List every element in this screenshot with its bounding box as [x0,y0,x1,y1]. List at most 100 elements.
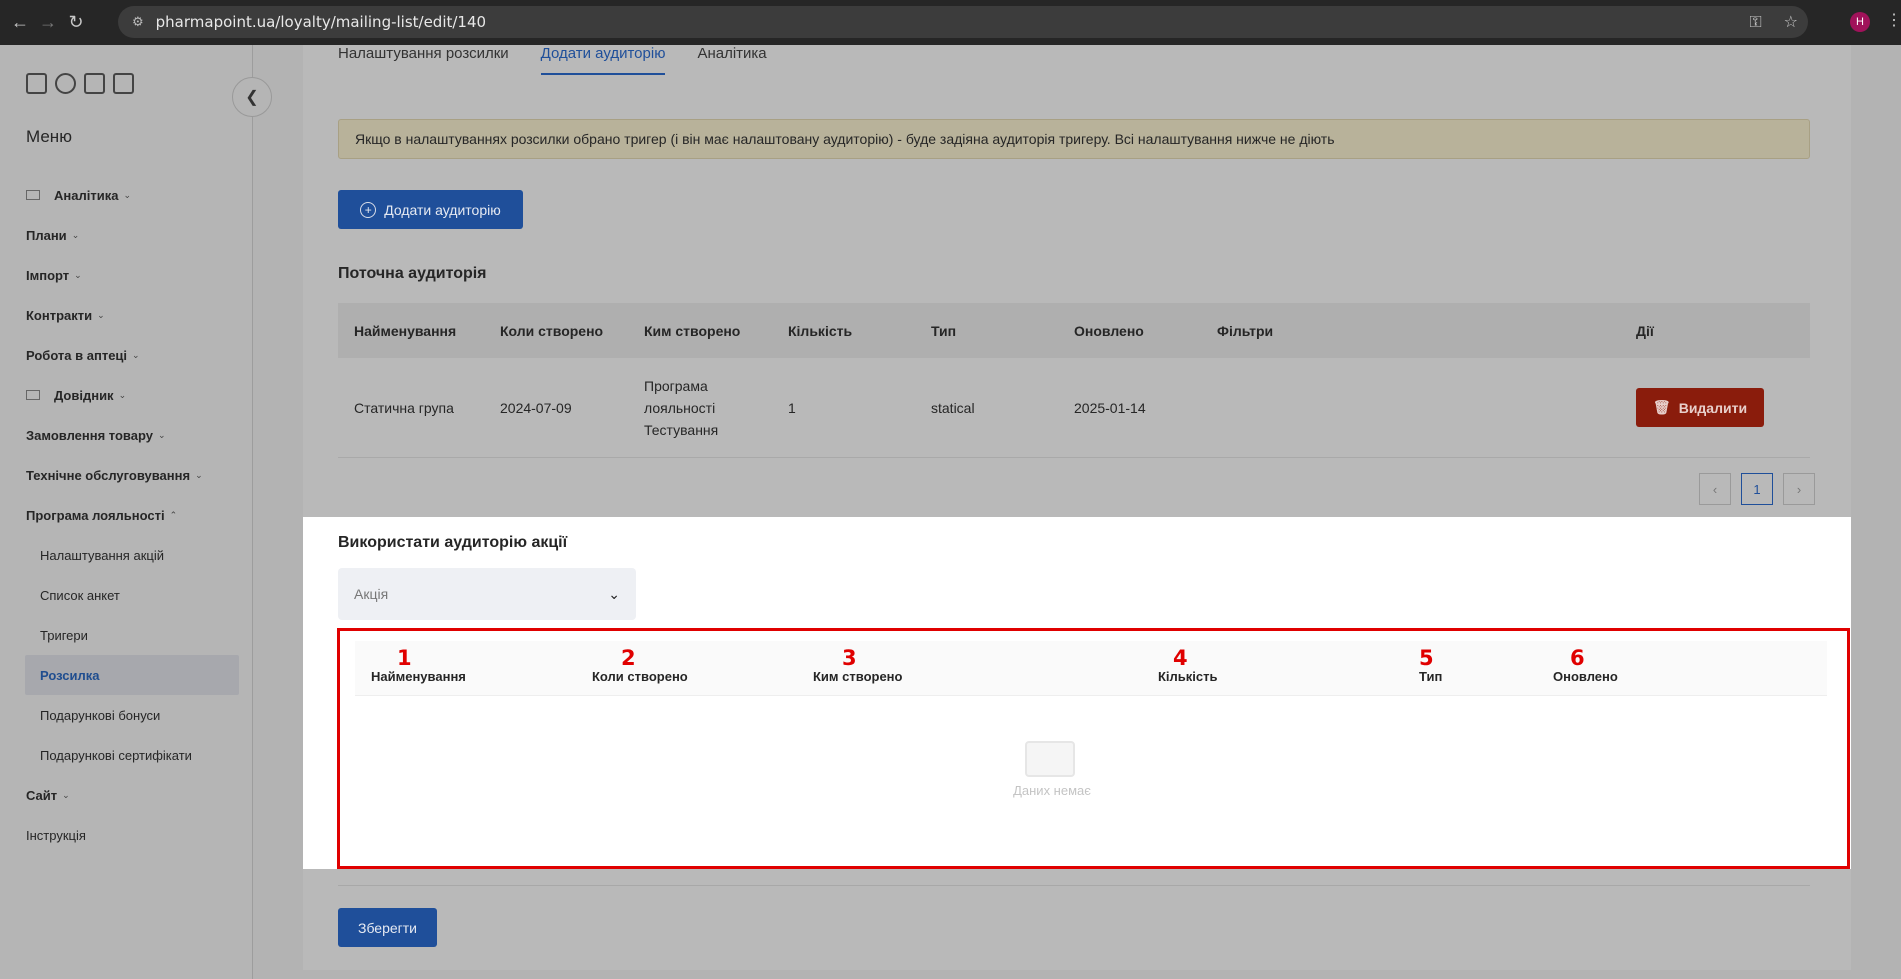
browser-toolbar: ← → ↻ ⚙ pharmapoint.ua/loyalty/mailing-l… [0,0,1901,45]
current-audience-title: Поточна аудиторія [338,265,487,282]
sidebar-item-contracts[interactable]: Контракти ⌄ [0,295,253,335]
document-icon[interactable] [84,73,105,94]
star-icon[interactable]: ☆ [1784,12,1798,32]
sidebar-subitem-surveys[interactable]: Список анкет [0,575,253,615]
menu-title: Меню [26,127,72,146]
chevron-down-icon: ⌄ [608,585,620,602]
pie-chart-icon[interactable] [55,73,76,94]
sidebar-item-label: Замовлення товару [26,427,153,443]
sidebar-subitem-promo-settings[interactable]: Налаштування акцій [0,535,253,575]
trash-icon: 🗑 [1652,399,1671,415]
sidebar-quick-icons [26,73,134,94]
sidebar-item-directory[interactable]: Довідник ⌄ [0,375,253,415]
sidebar-item-loyalty[interactable]: Програма лояльності ⌃ [0,495,253,535]
table-header: Найменування Коли створено Ким створено … [338,303,1810,358]
page-button-current[interactable]: 1 [1741,473,1773,505]
current-audience-table: Найменування Коли створено Ким створено … [338,303,1810,458]
forward-arrow-icon[interactable]: → [34,9,62,37]
main-content: Налаштування розсилки Додати аудиторію А… [253,45,1901,979]
sidebar-item-label: Програма лояльності [26,507,165,523]
cell-author-line: Програма [644,377,708,394]
tab-analytics[interactable]: Аналітика [697,45,766,75]
key-icon[interactable]: ⚿ [1749,12,1761,32]
sidebar-item-label: Довідник [54,387,114,403]
button-label: Видалити [1678,399,1748,416]
select-placeholder: Акція [354,586,389,602]
column-header: Кількість [788,322,853,339]
promo-select[interactable]: Акція ⌄ [338,568,636,620]
sidebar-item-label: Інструкція [26,827,86,843]
column-header: Найменування [371,669,466,684]
warning-alert: Якщо в налаштуваннях розсилки обрано три… [338,119,1810,159]
collapse-sidebar-button[interactable]: ❮ [232,77,272,117]
chevron-down-icon: ⌄ [118,389,127,400]
reload-icon[interactable]: ↻ [62,9,90,37]
sidebar: Меню Аналітика ⌄ Плани ⌄ Імпорт ⌄ Контракти… [0,45,253,979]
promo-table-header: 1 Найменування 2 Коли створено 3 Ким ств… [355,641,1827,696]
cell-author: Програма лояльності Тестування [628,375,772,441]
sidebar-subitem-gift-bonuses[interactable]: Подарункові бонуси [0,695,253,735]
sidebar-item-label: Робота в аптеці [26,347,128,363]
cell-created: 2024-07-09 [500,399,572,416]
save-button[interactable]: Зберегти [338,908,437,947]
chevron-down-icon: ⌄ [123,189,131,200]
address-bar[interactable]: ⚙ pharmapoint.ua/loyalty/mailing-list/ed… [118,6,1808,38]
grid-icon [26,190,40,200]
next-page-button[interactable]: › [1783,473,1815,505]
chevron-left-icon: ❮ [245,89,259,106]
empty-inbox-icon [1025,741,1075,777]
annotation-marker: 3 [842,646,857,670]
column-header: Оновлено [1553,669,1618,684]
profile-avatar[interactable]: H [1850,12,1870,32]
tabs: Налаштування розсилки Додати аудиторію А… [338,45,767,75]
annotation-marker: 6 [1570,646,1585,670]
tab-add-audience[interactable]: Додати аудиторію [540,45,666,75]
empty-state-text: Даних немає [1013,783,1091,798]
chevron-down-icon: ⌄ [62,789,70,800]
annotation-highlight-box: 1 Найменування 2 Коли створено 3 Ким ств… [337,628,1850,869]
content-card: Налаштування розсилки Додати аудиторію А… [303,45,1851,970]
plus-circle-icon: + [360,201,377,218]
sidebar-item-analytics[interactable]: Аналітика ⌄ [0,175,253,215]
column-header: Ким створено [813,669,903,684]
list-icon [26,390,40,400]
more-menu-icon[interactable]: ⋮ [1886,10,1901,30]
sidebar-item-maintenance[interactable]: Технічне обслуговування ⌄ [0,455,253,495]
sidebar-item-instruction[interactable]: Інструкція [0,815,253,855]
column-header: Тип [931,322,957,339]
annotation-marker: 5 [1419,646,1434,670]
url-text: pharmapoint.ua/loyalty/mailing-list/edit… [155,13,487,31]
sidebar-item-label: Імпорт [26,267,70,283]
cell-actions: 🗑 Видалити [1620,388,1810,427]
annotation-marker: 2 [621,646,636,670]
column-header: Оновлено [1074,322,1144,339]
column-header: Фільтри [1217,322,1274,339]
calendar-icon[interactable] [26,73,47,94]
cell-name: Статична група [354,399,454,416]
book-icon[interactable] [113,73,134,94]
sidebar-item-label: Аналітика [54,187,119,203]
column-header: Кількість [1158,669,1218,684]
sidebar-subitem-gift-certificates[interactable]: Подарункові сертифікати [0,735,253,775]
chevron-up-icon: ⌃ [169,509,178,520]
sidebar-subitem-mailing[interactable]: Розсилка [25,655,239,695]
annotation-marker: 4 [1173,646,1188,670]
promo-audience-section: Використати аудиторію акції Акція ⌄ 1 На… [303,517,1851,869]
column-header: Коли створено [500,322,604,339]
cell-author-line: лояльності [644,399,716,416]
add-audience-button[interactable]: + Додати аудиторію [338,190,523,229]
tab-mailing-settings[interactable]: Налаштування розсилки [338,45,509,75]
column-header: Ким створено [644,322,741,339]
column-header: Тип [1419,669,1443,684]
sidebar-item-site[interactable]: Сайт ⌄ [0,775,253,815]
sidebar-item-orders[interactable]: Замовлення товару ⌄ [0,415,253,455]
site-settings-icon[interactable]: ⚙ [132,15,144,30]
back-arrow-icon[interactable]: ← [6,9,34,37]
chevron-down-icon: ⌄ [74,269,82,280]
sidebar-item-pharmacy-work[interactable]: Робота в аптеці ⌄ [0,335,253,375]
delete-button[interactable]: 🗑 Видалити [1636,388,1764,427]
sidebar-item-plans[interactable]: Плани ⌄ [0,215,253,255]
sidebar-item-import[interactable]: Імпорт ⌄ [0,255,253,295]
prev-page-button[interactable]: ‹ [1699,473,1731,505]
sidebar-subitem-triggers[interactable]: Тригери [0,615,253,655]
